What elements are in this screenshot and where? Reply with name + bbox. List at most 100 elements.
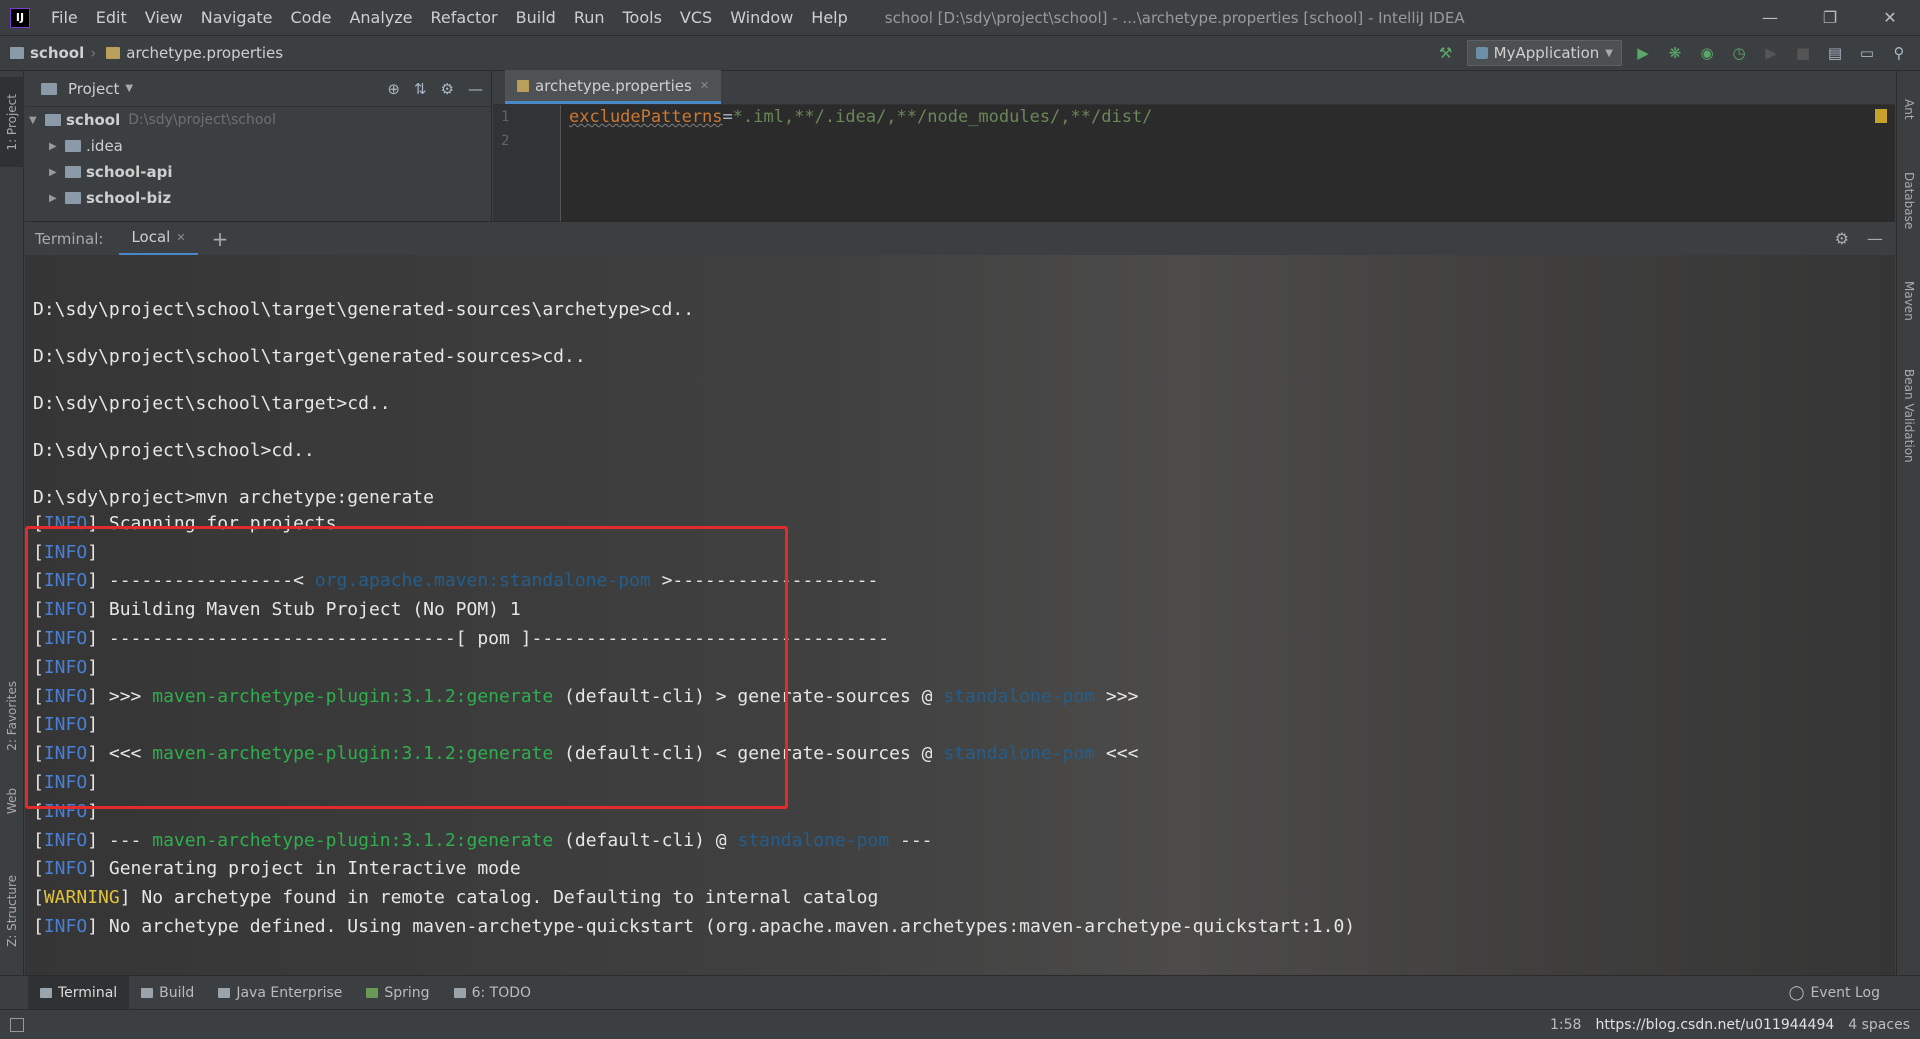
editor-tab-archetype-properties[interactable]: archetype.properties ✕: [505, 70, 722, 104]
menu-item-file[interactable]: File: [42, 0, 87, 35]
indent-setting[interactable]: 4 spaces: [1848, 1017, 1910, 1033]
log-text: <<<: [1095, 743, 1139, 765]
menu-item-code[interactable]: Code: [282, 0, 341, 35]
tab-bean-validation[interactable]: Bean Validation: [1897, 351, 1920, 481]
property-key: excludePatterns: [569, 107, 723, 127]
project-structure-icon[interactable]: ▤: [1824, 42, 1846, 64]
tree-item-root[interactable]: ▼ school D:\sdy\project\school: [25, 107, 491, 133]
tree-item-label: school-api: [86, 163, 173, 181]
code-area[interactable]: excludePatterns = *.iml,**/.idea/,**/node_…: [569, 105, 1152, 129]
bottom-tab-terminal[interactable]: Terminal: [28, 975, 130, 1010]
chevron-right-icon[interactable]: ▶: [49, 167, 63, 178]
chevron-down-icon[interactable]: ▼: [125, 83, 133, 94]
terminal-line: D:\sdy\project>mvn archetype:generate: [33, 486, 434, 508]
property-separator: =: [722, 107, 733, 127]
add-terminal-icon[interactable]: +: [212, 227, 229, 251]
log-text: >>>: [1095, 685, 1139, 707]
terminal-log-line: [INFO] No archetype defined. Using maven…: [33, 912, 1355, 941]
chevron-right-icon[interactable]: ▶: [49, 193, 63, 204]
terminal-line: D:\sdy\project\school>cd..: [33, 439, 315, 461]
tree-item-idea[interactable]: ▶ .idea: [25, 133, 491, 159]
tree-item-school-api[interactable]: ▶ school-api: [25, 159, 491, 185]
debug-icon[interactable]: ❋: [1664, 42, 1686, 64]
terminal-output[interactable]: D:\sdy\project\school\target\generated-s…: [25, 255, 1895, 975]
tree-item-label: .idea: [86, 137, 123, 155]
cursor-position[interactable]: 1:58: [1550, 1017, 1581, 1033]
warning-marker-icon[interactable]: [1875, 109, 1887, 123]
breadcrumb-file[interactable]: archetype.properties: [96, 44, 283, 62]
run-icon[interactable]: ▶: [1632, 42, 1654, 64]
properties-file-icon: [106, 47, 121, 59]
log-text: maven-archetype-plugin:3.1.2:generate: [152, 829, 554, 851]
hide-icon[interactable]: —: [468, 80, 483, 98]
menu-item-analyze[interactable]: Analyze: [340, 0, 421, 35]
close-icon[interactable]: ✕: [1860, 0, 1920, 35]
step-icon[interactable]: ▶: [1760, 42, 1782, 64]
log-bracket: [: [33, 916, 44, 938]
menu-item-run[interactable]: Run: [565, 0, 614, 35]
chevron-down-icon[interactable]: ▼: [29, 115, 43, 126]
menu-item-edit[interactable]: Edit: [87, 0, 136, 35]
run-configuration-select[interactable]: MyApplication ▼: [1466, 40, 1622, 66]
breadcrumb-project[interactable]: school ›: [0, 44, 96, 62]
chevron-right-icon[interactable]: ▶: [49, 141, 63, 152]
menu-bar: IJ File Edit View Navigate Code Analyze Refact…: [0, 0, 1920, 35]
bottom-tab-java-enterprise[interactable]: Java Enterprise: [206, 976, 354, 1010]
menu-item-navigate[interactable]: Navigate: [192, 0, 282, 35]
window-title: school [D:\sdy\project\school] - ...\arc…: [884, 8, 1465, 27]
hide-icon[interactable]: —: [1867, 229, 1883, 248]
bottom-tool-tabs: Terminal Build Java Enterprise Spring 6:…: [0, 975, 1920, 1010]
application-icon: [1475, 47, 1488, 59]
tab-project[interactable]: 1: Project: [0, 77, 24, 167]
window-layout-icon[interactable]: ▭: [1856, 42, 1878, 64]
nav-toolbar: ⚒ MyApplication ▼ ▶ ❋ ◉ ◷ ▶ ■ ▤ ▭ ⚲: [1435, 36, 1910, 70]
tab-structure[interactable]: Z: Structure: [0, 861, 24, 961]
event-log-button[interactable]: ◯ Event Log: [1789, 976, 1880, 1010]
collapse-all-icon[interactable]: ⇅: [414, 80, 427, 98]
log-text: ---: [889, 829, 933, 851]
build-hammer-icon: [141, 987, 154, 998]
profile-icon[interactable]: ◷: [1728, 42, 1750, 64]
minimize-icon[interactable]: —: [1740, 0, 1800, 35]
tab-favorites[interactable]: 2: Favorites: [0, 671, 24, 761]
build-hammer-icon[interactable]: ⚒: [1435, 42, 1457, 64]
terminal-tab-local[interactable]: Local ✕: [119, 222, 198, 256]
bottom-tab-build[interactable]: Build: [129, 976, 206, 1010]
close-icon[interactable]: ✕: [176, 231, 185, 244]
locate-icon[interactable]: ⊕: [387, 80, 400, 98]
terminal-line: D:\sdy\project\school\target\generated-s…: [33, 298, 695, 320]
restore-icon[interactable]: ❐: [1800, 0, 1860, 35]
menu-item-vcs[interactable]: VCS: [671, 0, 721, 35]
gear-icon[interactable]: ⚙: [441, 80, 454, 98]
bottom-tab-todo[interactable]: 6: TODO: [442, 976, 543, 1010]
editor-tab-label: archetype.properties: [535, 76, 692, 95]
tree-item-school-biz[interactable]: ▶ school-biz: [25, 185, 491, 211]
left-tool-strip: 1: Project 2: Favorites Web Z: Structure: [0, 71, 24, 975]
tool-windows-toggle-icon[interactable]: [10, 1017, 24, 1032]
code-line[interactable]: excludePatterns = *.iml,**/.idea/,**/node_…: [569, 105, 1152, 129]
gear-icon[interactable]: ⚙: [1835, 229, 1849, 248]
log-text: standalone-pom: [943, 685, 1096, 707]
module-folder-icon: [65, 192, 81, 204]
tab-web[interactable]: Web: [0, 771, 24, 831]
stop-icon[interactable]: ■: [1792, 42, 1814, 64]
breadcrumb-label: school: [30, 44, 85, 62]
search-icon[interactable]: ⚲: [1888, 42, 1910, 64]
project-panel-title[interactable]: Project: [68, 80, 119, 98]
tab-ant[interactable]: Ant: [1897, 79, 1920, 139]
tab-maven[interactable]: Maven: [1897, 261, 1920, 341]
bottom-tab-spring[interactable]: Spring: [354, 976, 441, 1010]
terminal-title: Terminal:: [35, 229, 104, 248]
menu-item-help[interactable]: Help: [802, 0, 856, 35]
menu-item-view[interactable]: View: [136, 0, 192, 35]
menu-item-build[interactable]: Build: [507, 0, 565, 35]
menu-item-tools[interactable]: Tools: [614, 0, 671, 35]
menu-item-refactor[interactable]: Refactor: [422, 0, 507, 35]
menu-item-window[interactable]: Window: [721, 0, 802, 35]
tab-database[interactable]: Database: [1897, 151, 1920, 251]
coverage-icon[interactable]: ◉: [1696, 42, 1718, 64]
terminal-tab-label: Local: [131, 228, 171, 246]
close-icon[interactable]: ✕: [700, 79, 709, 92]
